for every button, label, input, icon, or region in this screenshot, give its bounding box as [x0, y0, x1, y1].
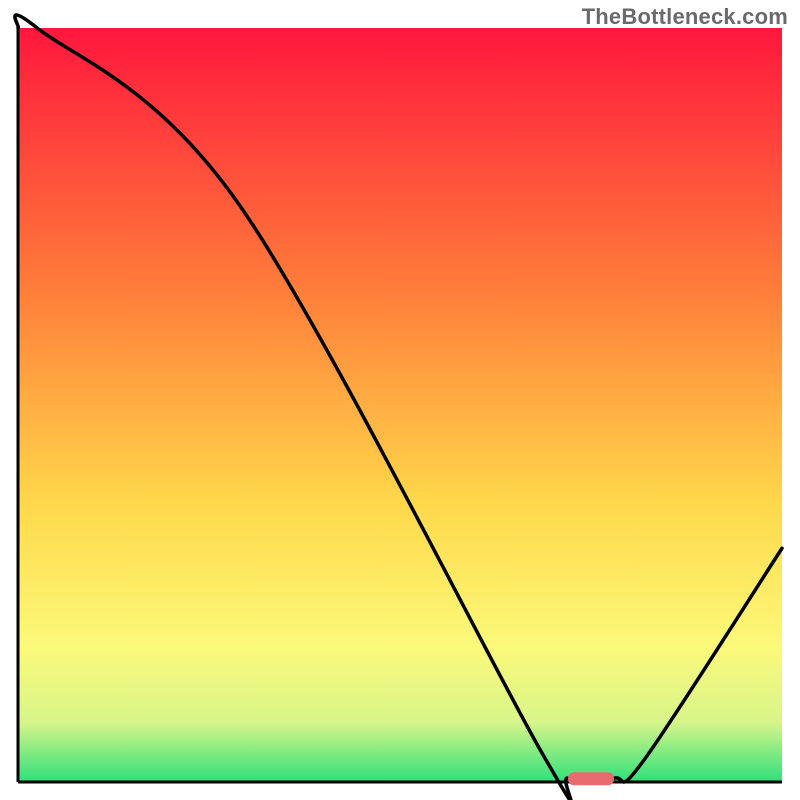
plot-area	[18, 28, 782, 782]
chart-svg	[0, 0, 800, 800]
chart-stage: TheBottleneck.com	[0, 0, 800, 800]
optimal-marker	[568, 772, 614, 785]
watermark-text: TheBottleneck.com	[582, 4, 788, 30]
